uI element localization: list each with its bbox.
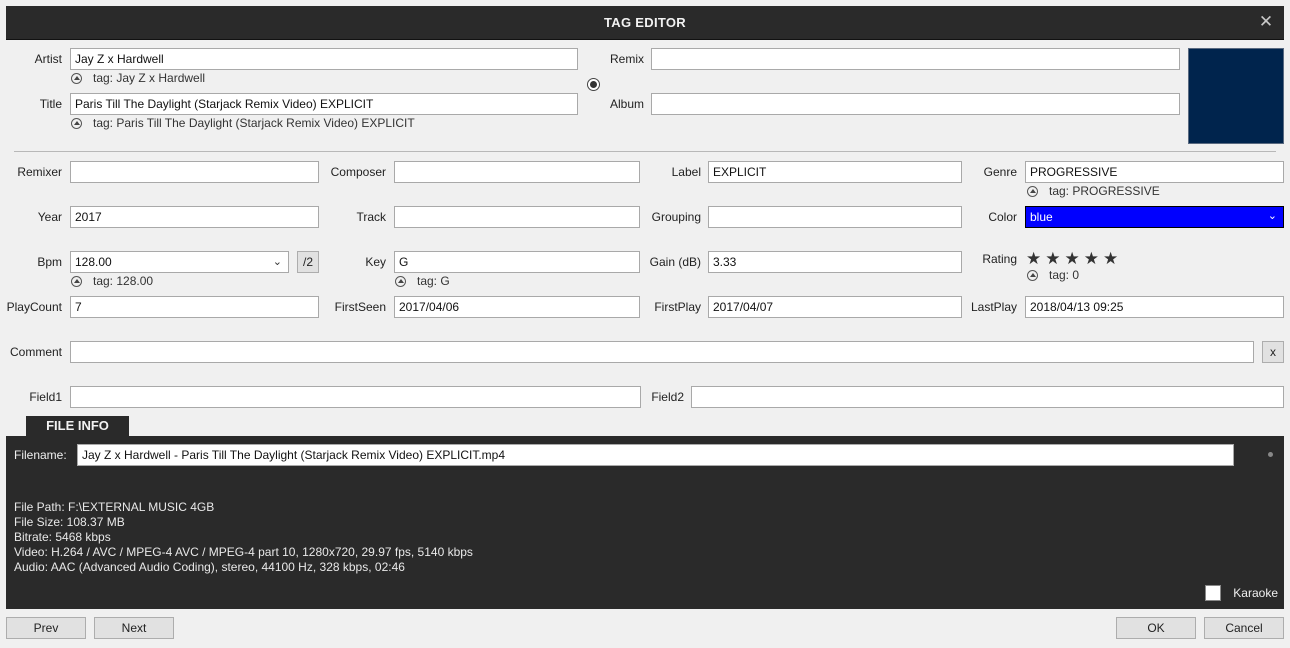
file-path: File Path: F:\EXTERNAL MUSIC 4GB — [14, 500, 215, 514]
star-icon[interactable]: ★ — [1065, 250, 1080, 267]
lastplay-label: LastPlay — [970, 300, 1017, 314]
playcount-input[interactable]: 7 — [70, 296, 319, 318]
clear-comment-button[interactable]: x — [1262, 341, 1284, 363]
rating-label: Rating — [982, 252, 1017, 266]
color-label: Color — [988, 210, 1017, 224]
genre-input[interactable]: PROGRESSIVE — [1025, 161, 1284, 183]
playcount-label: PlayCount — [6, 300, 62, 314]
chevron-down-icon: ⌄ — [1267, 210, 1277, 222]
firstseen-input[interactable]: 2017/04/06 — [394, 296, 640, 318]
karaoke-checkbox[interactable] — [1205, 585, 1222, 601]
star-icon[interactable]: ★ — [1045, 250, 1060, 267]
bitrate: Bitrate: 5468 kbps — [14, 530, 111, 544]
rating-tag[interactable]: tag: 0 — [1027, 268, 1079, 282]
file-details: File Path: F:\EXTERNAL MUSIC 4GB File Si… — [14, 500, 473, 575]
star-icon[interactable]: ★ — [1026, 250, 1041, 267]
bpm-select[interactable]: 128.00 ⌄ — [70, 251, 289, 273]
swap-radio[interactable] — [587, 78, 600, 91]
file-info-panel: Filename: Jay Z x Hardwell - Paris Till … — [6, 436, 1284, 609]
prev-button[interactable]: Prev — [6, 617, 86, 639]
genre-tag[interactable]: tag: PROGRESSIVE — [1027, 184, 1160, 198]
remixer-label: Remixer — [17, 165, 62, 179]
firstseen-label: FirstSeen — [334, 300, 386, 314]
color-select[interactable]: blue ⌄ — [1025, 206, 1284, 228]
artist-input[interactable]: Jay Z x Hardwell — [70, 48, 578, 70]
title-tag[interactable]: tag: Paris Till The Daylight (Starjack R… — [71, 116, 415, 130]
file-size: File Size: 108.37 MB — [14, 515, 125, 529]
tag-up-icon[interactable] — [1027, 185, 1038, 197]
tag-up-icon[interactable] — [71, 72, 82, 84]
gain-input[interactable]: 3.33 — [708, 251, 962, 273]
next-button[interactable]: Next — [94, 617, 174, 639]
composer-input[interactable] — [394, 161, 640, 183]
bpm-half-button[interactable]: /2 — [297, 251, 319, 273]
cover-art[interactable] — [1188, 48, 1284, 144]
remix-label: Remix — [609, 52, 644, 66]
track-input[interactable] — [394, 206, 640, 228]
tag-up-icon[interactable] — [71, 275, 82, 287]
gain-label: Gain (dB) — [649, 255, 701, 269]
tag-up-icon[interactable] — [395, 275, 406, 287]
field1-label: Field1 — [29, 390, 62, 404]
firstplay-label: FirstPlay — [654, 300, 701, 314]
options-dot-icon[interactable] — [1268, 452, 1273, 457]
tag-up-icon[interactable] — [71, 117, 82, 129]
cancel-button[interactable]: Cancel — [1204, 617, 1284, 639]
artist-label: Artist — [34, 52, 62, 66]
comment-label: Comment — [9, 345, 62, 359]
comment-input[interactable] — [70, 341, 1254, 363]
track-label: Track — [356, 210, 386, 224]
label-label: Label — [671, 165, 701, 179]
genre-label: Genre — [983, 165, 1017, 179]
filename-label: Filename: — [14, 448, 67, 462]
window-title: TAG EDITOR — [604, 15, 686, 30]
star-icon[interactable]: ★ — [1103, 250, 1118, 267]
rating-stars[interactable]: ★ ★ ★ ★ ★ — [1026, 250, 1118, 267]
firstplay-input[interactable]: 2017/04/07 — [708, 296, 962, 318]
key-label: Key — [365, 255, 386, 269]
star-icon[interactable]: ★ — [1084, 250, 1099, 267]
title-bar: TAG EDITOR ✕ — [6, 6, 1284, 40]
chevron-down-icon: ⌄ — [272, 256, 282, 268]
album-label: Album — [609, 97, 644, 111]
year-label: Year — [37, 210, 62, 224]
album-input[interactable] — [651, 93, 1180, 115]
remixer-input[interactable] — [70, 161, 319, 183]
field2-input[interactable] — [691, 386, 1284, 408]
key-tag[interactable]: tag: G — [395, 274, 450, 288]
remix-input[interactable] — [651, 48, 1180, 70]
ok-button[interactable]: OK — [1116, 617, 1196, 639]
bpm-label: Bpm — [37, 255, 62, 269]
close-icon[interactable]: ✕ — [1254, 10, 1278, 34]
field1-input[interactable] — [70, 386, 641, 408]
audio-info: Audio: AAC (Advanced Audio Coding), ster… — [14, 560, 405, 574]
tag-up-icon[interactable] — [1027, 269, 1038, 281]
field2-label: Field2 — [651, 390, 684, 404]
title-label: Title — [39, 97, 62, 111]
lastplay-input[interactable]: 2018/04/13 09:25 — [1025, 296, 1284, 318]
year-input[interactable]: 2017 — [70, 206, 319, 228]
filename-input[interactable]: Jay Z x Hardwell - Paris Till The Daylig… — [77, 444, 1234, 466]
key-input[interactable]: G — [394, 251, 640, 273]
separator — [14, 151, 1276, 152]
composer-label: Composer — [330, 165, 386, 179]
karaoke-toggle[interactable]: Karaoke — [1205, 585, 1278, 601]
grouping-input[interactable] — [708, 206, 962, 228]
label-input[interactable]: EXPLICIT — [708, 161, 962, 183]
grouping-label: Grouping — [651, 210, 701, 224]
artist-tag[interactable]: tag: Jay Z x Hardwell — [71, 71, 205, 85]
karaoke-label: Karaoke — [1233, 586, 1278, 600]
title-input[interactable]: Paris Till The Daylight (Starjack Remix … — [70, 93, 578, 115]
bpm-tag[interactable]: tag: 128.00 — [71, 274, 153, 288]
tab-file-info[interactable]: FILE INFO — [26, 416, 129, 436]
video-info: Video: H.264 / AVC / MPEG-4 AVC / MPEG-4… — [14, 545, 473, 559]
